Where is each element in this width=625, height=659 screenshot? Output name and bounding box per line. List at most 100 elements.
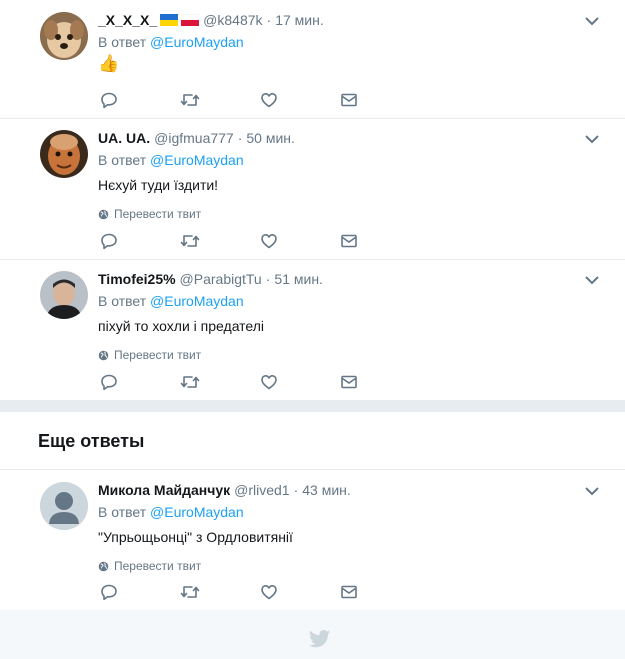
- reply-icon: [101, 233, 117, 250]
- user-fullname[interactable]: UA. UA.: [98, 128, 150, 148]
- reply-to-link[interactable]: @EuroMaydan: [150, 152, 244, 168]
- direct-message-button[interactable]: [340, 583, 420, 601]
- reply-button[interactable]: [100, 583, 180, 601]
- globe-icon: [98, 350, 109, 360]
- direct-message-button[interactable]: [340, 373, 420, 391]
- user-fullname[interactable]: _X_X_X_: [98, 10, 157, 30]
- envelope-icon: [341, 234, 357, 248]
- reply-to-link[interactable]: @EuroMaydan: [150, 293, 244, 309]
- direct-message-button[interactable]: [340, 91, 420, 109]
- tweet-header: Микола Майданчук @rlived1 · 43 мин.: [98, 480, 605, 500]
- translate-tweet-link[interactable]: Перевести твит: [98, 348, 605, 362]
- reply-button[interactable]: [100, 91, 180, 109]
- reply-prefix: В ответ: [98, 152, 147, 168]
- tweet-timestamp[interactable]: 17 мин.: [275, 10, 324, 30]
- chevron-down-icon[interactable]: [585, 275, 599, 285]
- tweet[interactable]: Timofei25% @ParabigtTu · 51 мин. В ответ…: [0, 260, 625, 401]
- heart-icon: [261, 585, 277, 600]
- tweet-timestamp[interactable]: 43 мин.: [302, 480, 351, 500]
- heart-icon: [261, 375, 277, 390]
- tweet-timestamp[interactable]: 51 мин.: [274, 269, 323, 289]
- chevron-down-icon[interactable]: [585, 486, 599, 496]
- reply-context: В ответ @EuroMaydan: [98, 292, 605, 310]
- retweet-button[interactable]: [180, 373, 260, 391]
- separator-dot: ·: [237, 130, 243, 146]
- avatar[interactable]: [40, 12, 88, 60]
- avatar[interactable]: [40, 271, 88, 319]
- reply-prefix: В ответ: [98, 293, 147, 309]
- retweet-button[interactable]: [180, 232, 260, 250]
- direct-message-button[interactable]: [340, 232, 420, 250]
- retweet-icon: [180, 94, 200, 106]
- retweet-icon: [180, 235, 200, 247]
- reply-to-link[interactable]: @EuroMaydan: [150, 34, 244, 50]
- tweet-timestamp[interactable]: 50 мин.: [246, 128, 295, 148]
- tweet-actions: [100, 232, 420, 250]
- reply-context: В ответ @EuroMaydan: [98, 33, 605, 51]
- reply-context: В ответ @EuroMaydan: [98, 151, 605, 169]
- reply-prefix: В ответ: [98, 34, 147, 50]
- tweet-text: піхуй то хохли і предателі: [98, 318, 265, 334]
- avatar[interactable]: [40, 482, 88, 530]
- like-button[interactable]: [260, 232, 340, 250]
- globe-icon: [98, 561, 109, 571]
- user-handle[interactable]: @rlived1: [234, 480, 289, 500]
- heart-icon: [261, 93, 277, 108]
- tweet-text: "Упрьощьонці" з Ордловитянії: [98, 529, 293, 545]
- more-replies-title: Еще ответы: [38, 431, 145, 451]
- reply-icon: [101, 584, 117, 601]
- retweet-icon: [180, 376, 200, 388]
- tweet-header: UA. UA. @igfmua777 · 50 мин.: [98, 128, 605, 148]
- tweet-header: _X_X_X_ @k8487k · 17 мин.: [98, 10, 605, 30]
- timeline-footer: [0, 610, 625, 659]
- globe-icon: [98, 209, 109, 219]
- avatar[interactable]: [40, 130, 88, 178]
- reply-icon: [101, 92, 117, 109]
- retweet-button[interactable]: [180, 583, 260, 601]
- translate-tweet-link[interactable]: Перевести твит: [98, 559, 605, 573]
- reply-button[interactable]: [100, 373, 180, 391]
- tweet[interactable]: UA. UA. @igfmua777 · 50 мин. В ответ @Eu…: [0, 119, 625, 260]
- separator-dot: ·: [293, 482, 299, 498]
- retweet-button[interactable]: [180, 91, 260, 109]
- reply-prefix: В ответ: [98, 504, 147, 520]
- chevron-down-icon[interactable]: [585, 16, 599, 26]
- reply-context: В ответ @EuroMaydan: [98, 503, 605, 521]
- chevron-down-icon[interactable]: [585, 134, 599, 144]
- reply-icon: [101, 374, 117, 391]
- like-button[interactable]: [260, 373, 340, 391]
- tweet[interactable]: _X_X_X_ @k8487k · 17 мин. В ответ @EuroM…: [0, 0, 625, 119]
- user-fullname[interactable]: Timofei25%: [98, 269, 176, 289]
- ukraine-flag-icon: [160, 14, 179, 26]
- envelope-icon: [341, 585, 357, 599]
- twitter-bird-icon: [309, 630, 331, 648]
- like-button[interactable]: [260, 583, 340, 601]
- separator-dot: ·: [265, 271, 271, 287]
- like-button[interactable]: [260, 91, 340, 109]
- translate-label: Перевести твит: [114, 348, 202, 362]
- tweet[interactable]: Микола Майданчук @rlived1 · 43 мин. В от…: [0, 470, 625, 611]
- heart-icon: [261, 234, 277, 249]
- poland-flag-icon: [181, 14, 200, 26]
- user-handle[interactable]: @igfmua777: [154, 128, 234, 148]
- more-replies-header: Еще ответы: [0, 412, 625, 470]
- reply-button[interactable]: [100, 232, 180, 250]
- user-handle[interactable]: @ParabigtTu: [180, 269, 262, 289]
- translate-tweet-link[interactable]: Перевести твит: [98, 207, 605, 221]
- tweet-text: Нєхуй туди їздити!: [98, 177, 219, 193]
- tweet-header: Timofei25% @ParabigtTu · 51 мин.: [98, 269, 605, 289]
- user-fullname[interactable]: Микола Майданчук: [98, 480, 230, 500]
- tweet-text: 👍: [98, 54, 120, 73]
- section-gap: [0, 401, 625, 412]
- reply-to-link[interactable]: @EuroMaydan: [150, 504, 244, 520]
- tweet-actions: [100, 91, 420, 109]
- user-handle[interactable]: @k8487k: [203, 10, 262, 30]
- envelope-icon: [341, 375, 357, 389]
- retweet-icon: [180, 586, 200, 598]
- tweet-actions: [100, 373, 420, 391]
- translate-label: Перевести твит: [114, 207, 202, 221]
- envelope-icon: [341, 93, 357, 107]
- tweet-actions: [100, 583, 420, 601]
- translate-label: Перевести твит: [114, 559, 202, 573]
- separator-dot: ·: [266, 12, 272, 28]
